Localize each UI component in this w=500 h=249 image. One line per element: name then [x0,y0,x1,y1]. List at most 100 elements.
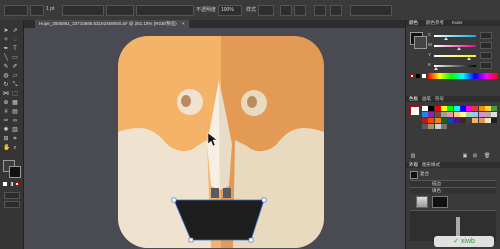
appearance-swatch[interactable] [432,196,448,208]
swatch-chip[interactable] [485,106,491,111]
channel-m-knob[interactable] [457,47,461,50]
swatch-chip[interactable] [459,118,466,123]
gradient-mode-icon[interactable] [9,182,13,186]
swatch-chip[interactable] [485,118,491,123]
swatch-chip[interactable] [434,106,441,111]
appearance-row-fill[interactable]: 填色 [410,187,496,194]
tab-swatches[interactable]: 色板 [409,96,418,102]
swatch-chip[interactable] [434,112,441,117]
channel-c-knob[interactable] [444,37,448,40]
swatch-chip[interactable] [453,112,460,117]
swatch-chip[interactable] [422,106,428,111]
rotate-tool-icon[interactable]: ↻ [3,82,9,88]
swatch-chip[interactable] [491,118,498,123]
none-color-icon[interactable] [410,74,414,78]
swatch-chip[interactable] [478,106,485,111]
swatch-chip[interactable] [466,118,473,123]
swatch-chip[interactable] [466,112,473,117]
channel-c-field[interactable] [480,32,492,39]
slice-tool-icon[interactable]: ⌗ [12,136,18,142]
channel-k-field[interactable] [480,62,492,69]
line-tool-icon[interactable]: ╲ [3,55,9,61]
swatch-chip[interactable] [440,124,447,129]
swatch-chip[interactable] [447,106,454,111]
perspective-grid-tool-icon[interactable]: ▦ [12,100,18,106]
rectangle-tool-icon[interactable]: ▭ [12,55,18,61]
free-transform-tool-icon[interactable]: ⬚ [12,91,18,97]
transform-button[interactable] [294,5,306,16]
color-mode-icon[interactable] [3,182,7,186]
swatch-chip[interactable] [440,106,447,111]
tab-graphic-styles[interactable]: 图形样式 [422,162,440,168]
channel-y-knob[interactable] [467,57,471,60]
swatch-chip[interactable] [491,112,498,117]
screen-mode-icon[interactable] [4,201,20,208]
swatch-libraries-icon[interactable]: ▥ [410,154,416,159]
swatch-chip[interactable] [434,124,441,129]
anchor-point[interactable] [261,197,267,203]
swatch-chip[interactable] [440,112,447,117]
stroke-swatch[interactable] [9,166,21,178]
stroke-weight-control[interactable] [30,5,44,16]
document-setup-button[interactable] [314,5,326,16]
swatch-chip[interactable] [422,124,428,129]
channel-m-slider[interactable] [434,45,476,47]
blend-tool-icon[interactable]: ∞ [12,118,18,124]
swatch-chip[interactable] [453,118,460,123]
align-button[interactable] [280,5,292,16]
variable-width-dropdown[interactable] [62,5,104,16]
lasso-tool-icon[interactable]: ◌ [12,37,18,43]
swatch-chip[interactable] [440,118,447,123]
tab-symbols[interactable]: 符号 [435,96,444,102]
swatch-chip[interactable] [478,118,485,123]
type-tool-icon[interactable]: T [12,46,18,52]
eraser-tool-icon[interactable]: ▱ [12,73,18,79]
selection-tool-icon[interactable]: ➤ [3,28,9,34]
swatch-chip[interactable] [422,118,428,123]
mesh-tool-icon[interactable]: # [3,109,9,115]
channel-m-field[interactable] [480,42,492,49]
swatch-chip[interactable] [428,112,435,117]
shape-builder-tool-icon[interactable]: ⊕ [3,100,9,106]
style-dropdown[interactable] [258,5,274,16]
swatch-chip[interactable] [453,106,460,111]
anchor-point[interactable] [171,197,177,203]
swatch-chip[interactable] [428,106,435,111]
zoom-tool-icon[interactable]: ⌕ [12,145,18,151]
channel-y-field[interactable] [480,52,492,59]
anchor-point[interactable] [188,237,194,243]
swatch-chip[interactable] [447,118,454,123]
channel-c-slider[interactable] [434,35,476,37]
swatch-chip[interactable] [447,112,454,117]
swatch-chip[interactable] [472,112,479,117]
column-graph-tool-icon[interactable]: ▥ [12,127,18,133]
opacity-field[interactable]: 100% [218,5,242,16]
tab-color[interactable]: 颜色 [409,20,418,26]
draw-mode-icon[interactable] [4,192,20,199]
channel-k-slider[interactable] [434,65,476,67]
scale-tool-icon[interactable]: ⤡ [12,82,18,88]
fill-stroke-control[interactable] [4,5,28,16]
hand-tool-icon[interactable]: ✋ [3,145,10,151]
black-color-icon[interactable] [416,74,420,78]
blob-brush-tool-icon[interactable]: ◍ [3,73,9,79]
brush-dropdown[interactable] [106,5,134,16]
swatch-chip[interactable] [472,106,479,111]
swatch-chip[interactable] [428,118,435,123]
swatch-chip[interactable] [472,118,479,123]
swatch-none-large[interactable] [410,106,420,116]
direct-selection-tool-icon[interactable]: ⇗ [12,28,18,34]
symbol-sprayer-tool-icon[interactable]: ✺ [3,127,9,133]
new-swatch-icon[interactable]: ⊞ [472,154,478,159]
swatch-chip[interactable] [459,112,466,117]
document-tab[interactable]: Hope_3005861_33710695.53192469000.ai* @ … [35,20,189,28]
magic-wand-tool-icon[interactable]: ✧ [3,37,9,43]
white-color-icon[interactable] [422,74,426,78]
pencil-tool-icon[interactable]: ✐ [12,64,18,70]
swatch-chip[interactable] [478,112,485,117]
swatch-chip[interactable] [491,106,498,111]
swatch-chip[interactable] [466,106,473,111]
artboard-canvas[interactable] [23,28,405,249]
eyedropper-tool-icon[interactable]: ✑ [3,118,9,124]
arrange-documents-dropdown[interactable] [350,5,392,16]
